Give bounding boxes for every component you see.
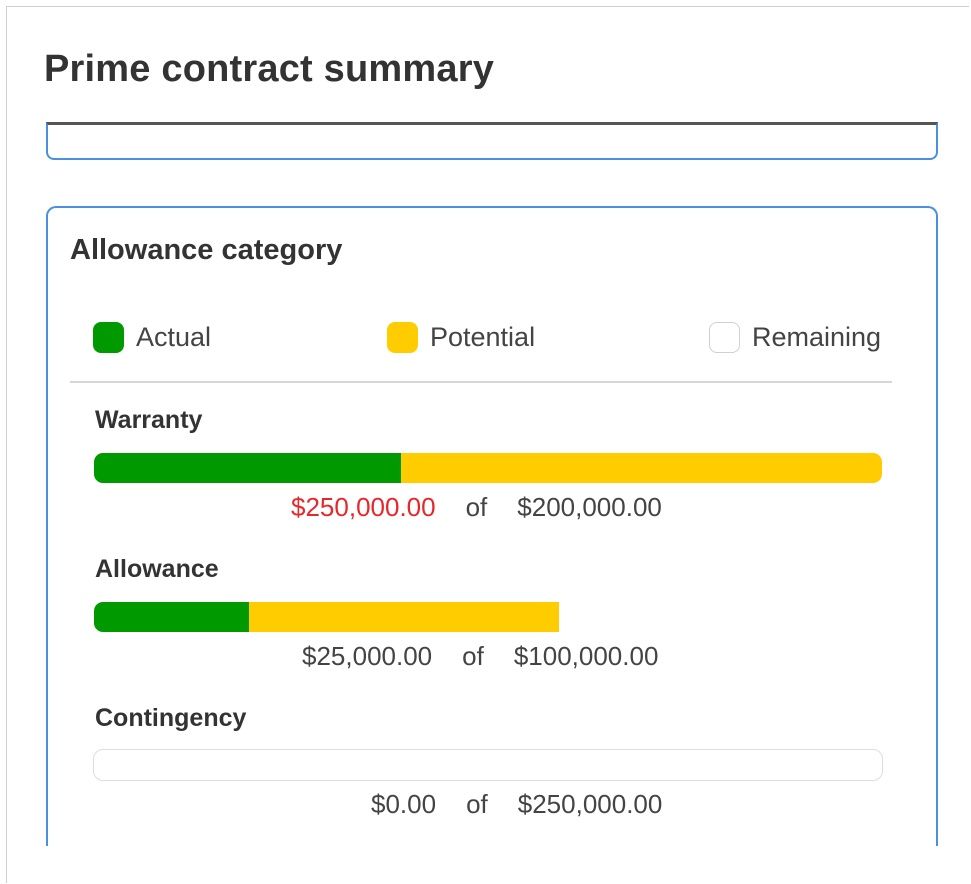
actual-swatch-icon (93, 322, 124, 353)
legend-remaining-label: Remaining (752, 322, 882, 352)
legend-remaining: Remaining (709, 322, 881, 353)
legend-actual-label: Actual (136, 322, 212, 352)
actual-segment (94, 602, 250, 632)
page-title: Prime contract summary (44, 48, 495, 90)
total-value: $200,000.00 (517, 492, 662, 522)
of-text: of (462, 641, 484, 671)
amounts-warranty: $250,000.00 of $200,000.00 (291, 492, 662, 523)
progress-bar-warranty (93, 452, 883, 484)
total-value: $100,000.00 (513, 641, 659, 671)
category-label-contingency: Contingency (95, 704, 247, 732)
legend-divider (70, 381, 892, 383)
legend-potential-label: Potential (430, 322, 536, 352)
legend-actual: Actual (93, 322, 211, 353)
remaining-swatch-icon (709, 322, 740, 353)
category-label-warranty: Warranty (95, 406, 203, 434)
collapsed-summary-panel[interactable] (46, 122, 938, 160)
potential-segment (249, 602, 560, 632)
category-label-allowance: Allowance (95, 555, 219, 583)
amounts-allowance: $25,000.00 of $100,000.00 (302, 641, 658, 672)
total-value: $250,000.00 (517, 789, 663, 819)
legend-potential: Potential (387, 322, 535, 353)
potential-swatch-icon (387, 322, 418, 353)
of-text: of (466, 789, 488, 819)
allowance-category-card: Allowance category Actual Potential Rema… (46, 206, 938, 846)
amount-value: $0.00 (371, 789, 437, 819)
amount-value: $250,000.00 (291, 492, 436, 522)
of-text: of (465, 492, 488, 522)
amounts-contingency: $0.00 of $250,000.00 (371, 789, 662, 820)
progress-bar-contingency (93, 749, 883, 781)
amount-value: $25,000.00 (302, 641, 433, 671)
progress-bar-allowance (93, 601, 890, 633)
potential-segment (401, 453, 882, 483)
card-title: Allowance category (70, 234, 343, 266)
actual-segment (94, 453, 402, 483)
